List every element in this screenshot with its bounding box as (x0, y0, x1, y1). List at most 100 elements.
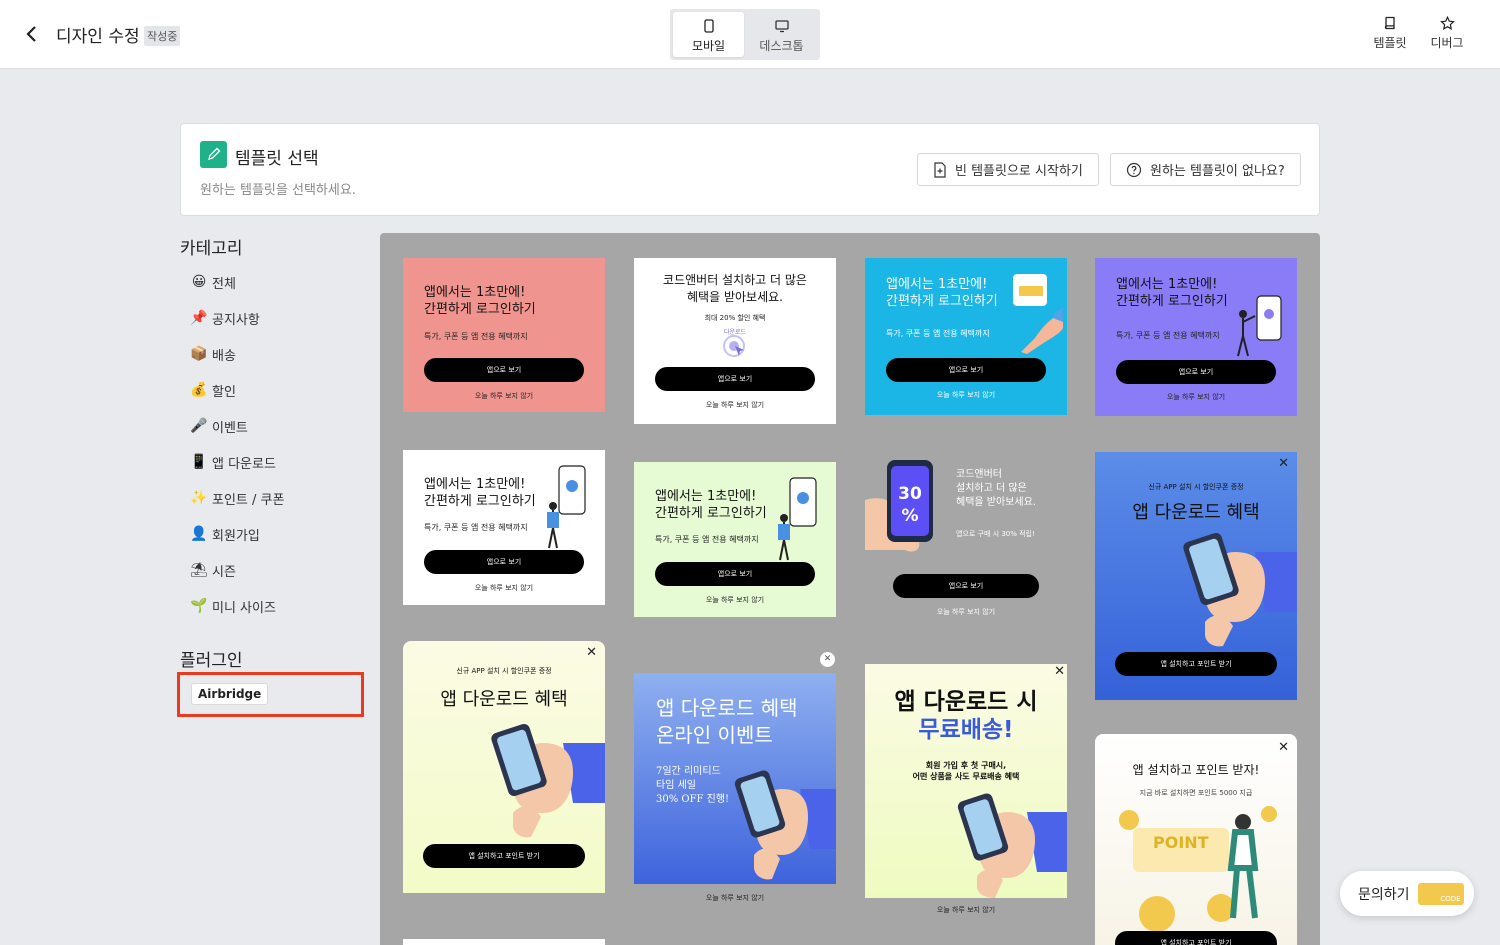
pin-icon: 📌 (190, 310, 208, 326)
close-icon: ✕ (1054, 664, 1065, 679)
card-title-line1: 앱 다운로드 시 (894, 689, 1038, 715)
book-icon (1384, 16, 1395, 30)
card-subtitle: 특가, 쿠폰 등 앱 전용 혜택까지 (1116, 331, 1220, 340)
card-subtitle: 특가, 쿠폰 등 앱 전용 혜택까지 (886, 329, 990, 338)
template-card[interactable]: ✕ 신규 APP 설치 시 할인쿠폰 증정 앱 다운로드 혜택 앱 설치하고 포… (1095, 452, 1297, 700)
card-cta-button: 앱으로 보기 (893, 574, 1039, 598)
card-dismiss-link: 오늘 하루 보지 않기 (474, 584, 534, 592)
template-card[interactable]: ✕ 신규 APP 설치 시 할인쿠폰 증정 앱 다운로드 혜택 앱 설치하고 포… (403, 641, 605, 893)
category-label: 할인 (212, 384, 236, 400)
card-dismiss-link[interactable]: 오늘 하루 보지 않기 (865, 905, 1067, 915)
device-toggle: 모바일 데스크톱 (670, 9, 820, 60)
phone-number: 30 (898, 484, 922, 504)
back-arrow-icon[interactable] (20, 22, 44, 46)
mobile-mode-button[interactable]: 모바일 (673, 12, 744, 57)
template-card[interactable]: ✕ 앱 설치하고 포인트 받자! 지금 바로 설치하면 포인트 5000 지급 … (1095, 734, 1297, 945)
template-card[interactable] (403, 939, 605, 945)
category-item-mini-size[interactable]: 🌱 미니 사이즈 (190, 596, 276, 616)
card-dismiss-link: 오늘 하루 보지 않기 (936, 608, 996, 616)
blank-template-button[interactable]: 빈 템플릿으로 시작하기 (917, 153, 1099, 186)
card-dismiss-link: 오늘 하루 보지 않기 (705, 401, 765, 409)
card-subtitle: 특가, 쿠폰 등 앱 전용 혜택까지 (424, 332, 528, 341)
missing-template-label: 원하는 템플릿이 없나요? (1150, 164, 1285, 179)
template-card[interactable]: 앱에서는 1초만에! 간편하게 로그인하기 특가, 쿠폰 등 앱 전용 혜택까지… (403, 450, 605, 605)
category-item-signup[interactable]: 👤 회원가입 (190, 524, 260, 544)
status-badge: 작성중 (144, 26, 181, 46)
card-dismiss-link: 오늘 하루 보지 않기 (474, 392, 534, 400)
card-cta-button: 앱 설치하고 포인트 받기 (1115, 931, 1277, 945)
card-title: 앱 다운로드 혜택 온라인 이벤트 (656, 696, 798, 747)
card-title: 앱에서는 1초만에! 간편하게 로그인하기 (424, 477, 536, 509)
category-label: 공지사항 (212, 312, 260, 328)
mobile-icon (703, 19, 714, 33)
category-label: 회원가입 (212, 528, 260, 544)
card-dismiss-link: 오늘 하루 보지 않기 (705, 596, 765, 604)
card-title: 앱 다운로드 혜택 (1132, 502, 1260, 523)
template-grid: 앱에서는 1초만에! 간편하게 로그인하기 특가, 쿠폰 등 앱 전용 혜택까지… (380, 233, 1320, 945)
card-cta-button: 앱으로 보기 (655, 562, 815, 586)
hand-phone-illustration (491, 723, 605, 838)
box-icon: 📦 (190, 346, 208, 362)
card-title: 코드앤버터 설치하고 더 많은 혜택을 받아보세요. (663, 273, 807, 304)
missing-template-button[interactable]: 원하는 템플릿이 없나요? (1110, 153, 1301, 186)
category-label: 포인트 / 쿠폰 (212, 492, 285, 508)
card-title: 앱에서는 1초만에! 간편하게 로그인하기 (424, 285, 536, 317)
close-icon: ✕ (1278, 456, 1289, 471)
card-cta-button: 앱으로 보기 (886, 358, 1046, 382)
close-icon: ✕ (1278, 740, 1289, 755)
mobile-mode-label: 모바일 (691, 39, 726, 53)
question-circle-icon (1126, 162, 1142, 177)
card-cta-button: 앱으로 보기 (655, 367, 815, 391)
card-subtitle: 지금 바로 설치하면 포인트 5000 지급 (1139, 789, 1253, 797)
category-item-points-coupon[interactable]: ✨ 포인트 / 쿠폰 (190, 488, 284, 508)
template-card[interactable]: 앱에서는 1초만에! 간편하게 로그인하기 특가, 쿠폰 등 앱 전용 혜택까지… (865, 258, 1067, 415)
category-item-all[interactable]: 😀 전체 (190, 272, 236, 292)
category-item-discount[interactable]: 💰 할인 (190, 380, 236, 400)
card-kicker: 신규 APP 설치 시 할인쿠폰 증정 (456, 667, 552, 675)
close-icon[interactable]: ✕ (820, 652, 835, 667)
desktop-icon (774, 20, 789, 33)
hand-phone-illustration (957, 793, 1067, 898)
category-label: 전체 (212, 276, 236, 292)
template-card[interactable]: 앱에서는 1초만에! 간편하게 로그인하기 특가, 쿠폰 등 앱 전용 혜택까지… (1095, 258, 1297, 416)
card-title: 앱 다운로드 혜택 (440, 689, 568, 710)
template-card[interactable]: 앱 다운로드 혜택 온라인 이벤트 7일간 리미티드 타임 세일 30% OFF… (634, 673, 836, 884)
phone-person-illustration (778, 477, 817, 561)
category-item-event[interactable]: 🎤 이벤트 (190, 416, 248, 436)
category-heading: 카테고리 (180, 239, 243, 259)
hand-phone-illustration (734, 770, 836, 880)
card-title: 앱에서는 1초만에! 간편하게 로그인하기 (655, 489, 767, 521)
template-card[interactable]: ✕ 앱 다운로드 시 무료배송! 회원 가입 후 첫 구매시, 어떤 상품을 사… (865, 664, 1067, 898)
template-select-panel: 템플릿 선택 원하는 템플릿을 선택하세요. 빈 템플릿으로 시작하기 원하는 … (180, 123, 1320, 216)
pencil-icon (200, 141, 227, 168)
category-item-app-download[interactable]: 📱 앱 다운로드 (190, 452, 276, 472)
smile-icon: 😀 (191, 274, 207, 290)
card-dismiss-link[interactable]: 오늘 하루 보지 않기 (634, 893, 836, 903)
template-card[interactable]: 코드앤버터 설치하고 더 많은 혜택을 받아보세요. 최대 20% 할인 혜택 … (634, 258, 836, 424)
file-plus-icon (934, 161, 946, 178)
card-subtitle: 7일간 리미티드 타임 세일 30% OFF 진행! (656, 766, 730, 805)
template-card[interactable]: 30 % 코드앤버터 설치하고 더 많은 혜택을 받아보세요. 앱으로 구매 시… (865, 450, 1067, 620)
phone-percent: % (901, 506, 919, 526)
template-button[interactable]: 템플릿 (1368, 16, 1412, 51)
card-kicker: 신규 APP 설치 시 할인쿠폰 증정 (1148, 483, 1244, 491)
coupon-icon: CODE (1417, 882, 1464, 905)
point-label: POINT (1153, 833, 1209, 852)
page-title: 디자인 수정 (56, 27, 140, 47)
category-item-notice[interactable]: 📌 공지사항 (190, 308, 260, 328)
template-card[interactable]: 앱에서는 1초만에! 간편하게 로그인하기 특가, 쿠폰 등 앱 전용 혜택까지… (403, 258, 605, 412)
phone-person-illustration (1237, 295, 1282, 357)
card-cta-button: 앱 설치하고 포인트 받기 (1115, 652, 1277, 676)
category-item-season[interactable]: ⛱ 시즌 (190, 560, 236, 580)
template-card[interactable]: 앱에서는 1초만에! 간편하게 로그인하기 특가, 쿠폰 등 앱 전용 혜택까지… (634, 462, 836, 617)
inquiry-button[interactable]: 문의하기 CODE (1340, 871, 1474, 916)
card-dismiss-link: 오늘 하루 보지 않기 (1166, 393, 1226, 401)
plugin-airbridge[interactable]: Airbridge (191, 683, 269, 705)
category-item-shipping[interactable]: 📦 배송 (190, 344, 236, 364)
hand-phone-illustration (1183, 532, 1297, 647)
phone-person-illustration (547, 465, 586, 549)
desktop-mode-button[interactable]: 데스크톱 (746, 12, 817, 57)
category-label: 앱 다운로드 (212, 456, 276, 472)
debug-button[interactable]: 디버그 (1425, 16, 1469, 51)
card-cta-button: 앱으로 보기 (424, 550, 584, 574)
